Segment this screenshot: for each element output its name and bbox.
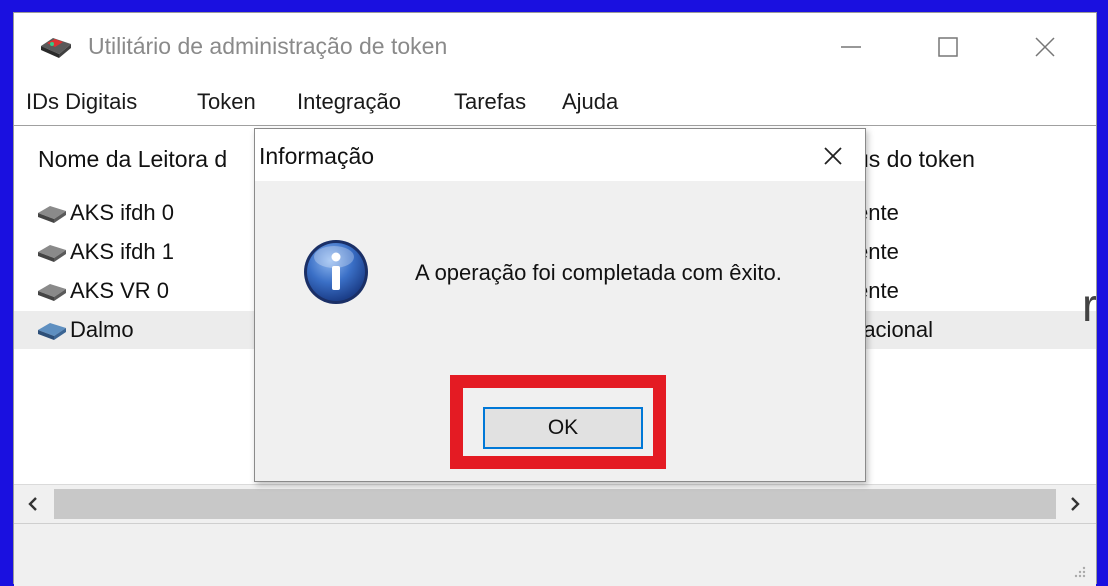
window-title: Utilitário de administração de token	[88, 33, 448, 59]
highlight-inner: OK	[463, 388, 653, 456]
horizontal-scrollbar[interactable]	[14, 484, 1096, 523]
resize-grip-icon[interactable]	[1072, 564, 1086, 578]
reader-gray-icon	[38, 284, 66, 301]
information-dialog: Informação A operação foi completada com…	[254, 128, 866, 482]
menu-item-tarefas[interactable]: Tarefas	[454, 89, 526, 115]
reader-gray-icon	[38, 206, 66, 223]
maximize-button[interactable]	[917, 27, 977, 67]
dialog-close-button[interactable]	[811, 137, 855, 175]
menu-item-token[interactable]: Token	[197, 89, 256, 115]
ok-button[interactable]: OK	[483, 407, 643, 449]
menu-item-integracao[interactable]: Integração	[297, 89, 401, 115]
background-text-fragment: r	[1082, 279, 1096, 331]
token-admin-window: Utilitário de administração de token IDs…	[13, 12, 1097, 586]
reader-name: AKS VR 0	[70, 278, 170, 303]
reader-name: AKS ifdh 0	[70, 200, 174, 225]
scroll-right-button[interactable]	[1056, 485, 1096, 523]
scroll-thumb[interactable]	[54, 489, 1056, 519]
reader-name: AKS ifdh 1	[70, 239, 174, 264]
column-header-reader-name[interactable]: Nome da Leitora d	[38, 146, 227, 173]
menu-bar: IDs Digitais Token Integração Tarefas Aj…	[14, 81, 1096, 125]
minimize-button[interactable]	[820, 27, 880, 67]
menu-item-ajuda[interactable]: Ajuda	[562, 89, 618, 115]
reader-gray-icon	[38, 245, 66, 262]
dialog-title-bar[interactable]: Informação	[255, 129, 865, 181]
status-bar	[14, 523, 1096, 586]
scroll-left-button[interactable]	[14, 485, 54, 523]
info-icon	[304, 240, 368, 304]
title-bar[interactable]: Utilitário de administração de token	[14, 13, 1096, 81]
reader-name: Dalmo	[70, 317, 134, 342]
reader-blue-icon	[38, 323, 66, 340]
token-utility-icon	[41, 38, 71, 58]
close-icon	[824, 147, 842, 165]
minimize-icon	[841, 46, 861, 48]
close-icon	[1035, 37, 1055, 57]
chevron-right-icon	[1071, 497, 1080, 511]
column-header-token-status[interactable]: us do token	[856, 146, 975, 173]
ok-button-highlight: OK	[450, 375, 666, 469]
window-close-button[interactable]	[1014, 27, 1074, 67]
dialog-title: Informação	[259, 143, 375, 169]
maximize-icon	[938, 37, 958, 57]
menu-item-ids-digitais[interactable]: IDs Digitais	[26, 89, 137, 115]
token-status: racional	[856, 317, 934, 342]
chevron-left-icon	[28, 497, 37, 511]
dialog-message: A operação foi completada com êxito.	[415, 260, 782, 285]
